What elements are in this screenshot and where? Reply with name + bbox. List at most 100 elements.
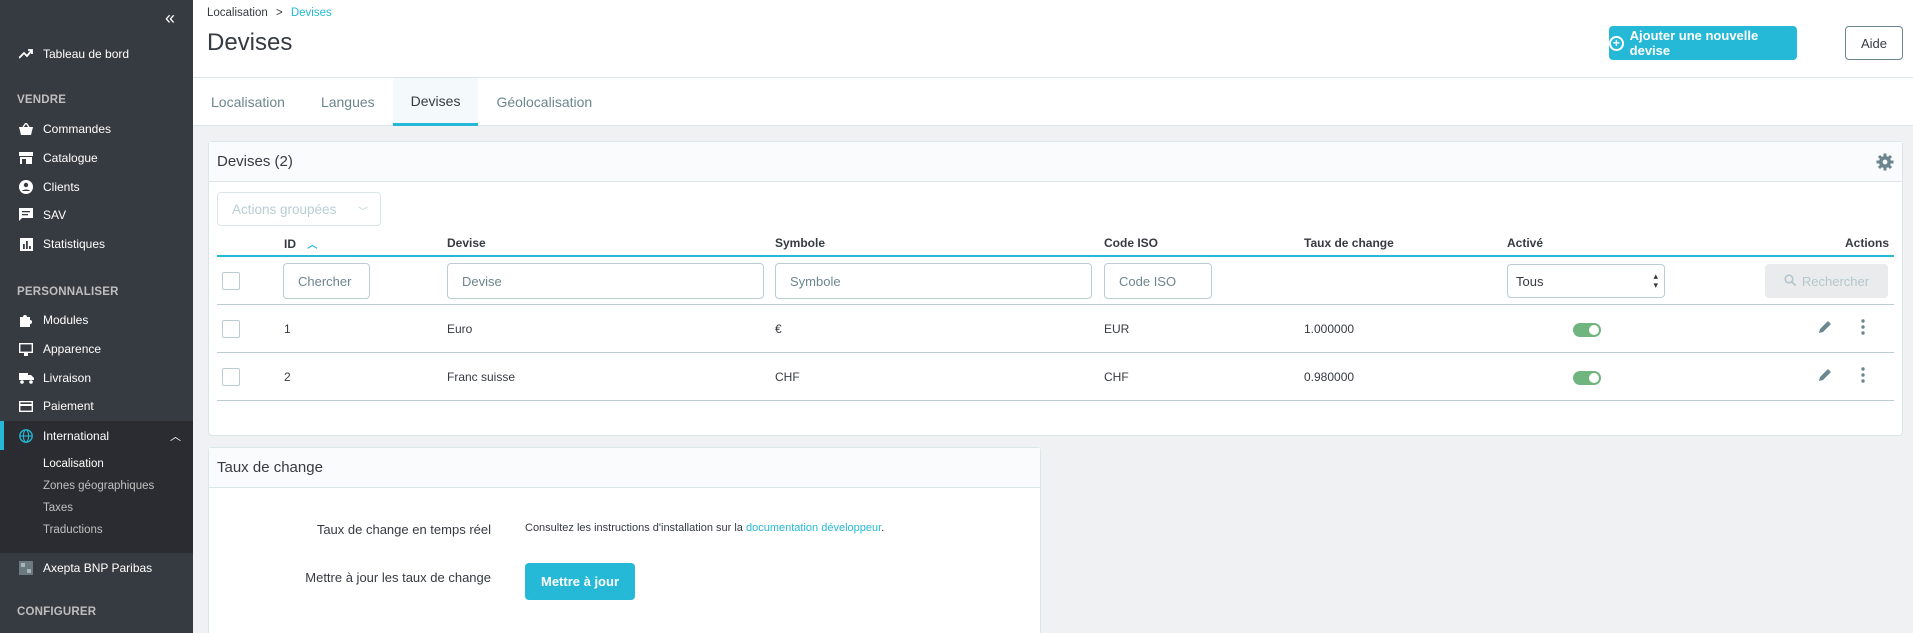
developer-docs-link[interactable]: documentation développeur [746,522,881,534]
tabs: Localisation Langues Devises Géolocalisa… [193,77,1913,126]
cell-rate: 0.980000 [1304,370,1355,384]
edit-icon[interactable] [1818,320,1832,337]
sidebar-item-sav[interactable]: SAV [0,201,193,229]
select-arrows-icon: ▴ ▾ [1653,271,1658,290]
truck-icon [18,370,34,386]
sidebar-item-modules[interactable]: Modules [0,306,193,334]
collapse-sidebar-icon[interactable]: « [165,8,175,28]
cell-iso: CHF [1104,370,1129,384]
submenu-item-taxes[interactable]: Taxes [43,502,73,514]
sidebar-item-label: Livraison [43,371,92,385]
sidebar-item-appearance[interactable]: Apparence [0,335,193,363]
symbol-filter-input[interactable] [775,263,1092,299]
monitor-icon [18,341,34,357]
row-divider [217,400,1894,401]
sidebar-item-stats[interactable]: Statistiques [0,230,193,258]
chat-icon [18,207,34,223]
sidebar-item-customers[interactable]: Clients [0,173,193,201]
breadcrumb-separator: > [275,7,283,19]
iso-filter-input[interactable] [1104,263,1212,299]
id-filter-input[interactable] [283,263,370,299]
cell-iso: EUR [1104,322,1130,336]
page-header: Localisation > Devises Devises + Ajouter… [193,0,1913,126]
sidebar-item-label: Tableau de bord [43,47,130,61]
more-options-icon[interactable] [1861,367,1865,386]
breadcrumb-parent[interactable]: Localisation [207,7,268,19]
column-header-currency[interactable]: Devise [447,236,486,250]
grid-title: Devises (2) [217,153,293,170]
sidebar-item-orders[interactable]: Commandes [0,115,193,143]
submenu-item-localisation[interactable]: Localisation [43,458,104,470]
sidebar-item-label: Commandes [43,122,112,136]
search-button-label: Rechercher [1801,273,1870,289]
enabled-toggle[interactable] [1573,323,1601,337]
international-submenu: Localisation Zones géographiques Taxes T… [0,450,193,553]
tab-currencies[interactable]: Devises [392,78,479,126]
enabled-filter-select[interactable]: Tous ▴ ▾ [1507,264,1665,298]
add-circle-icon: + [1609,35,1624,51]
column-header-iso[interactable]: Code ISO [1104,236,1158,250]
grid-header: Devises (2) [209,142,1902,182]
tab-geolocation[interactable]: Géolocalisation [478,78,610,126]
cell-currency: Euro [447,322,473,336]
sidebar-item-shipping[interactable]: Livraison [0,364,193,392]
column-header-id[interactable]: ID ︿ [284,236,317,251]
live-rate-text-end: . [881,522,885,534]
currency-filter-input[interactable] [447,263,764,299]
search-icon [1784,273,1797,289]
add-currency-button[interactable]: + Ajouter une nouvelle devise [1609,26,1797,60]
trending-up-icon [18,46,34,62]
column-header-symbol[interactable]: Symbole [775,236,825,250]
breadcrumb-current[interactable]: Devises [291,7,332,19]
search-button[interactable]: Rechercher [1765,264,1888,298]
submenu-item-zones[interactable]: Zones géographiques [43,480,154,492]
row-divider [217,352,1894,353]
bulk-actions-button[interactable]: Actions groupées ﹀ [217,192,381,226]
bulk-actions-label: Actions groupées [232,201,337,217]
sidebar-item-catalog[interactable]: Catalogue [0,144,193,172]
submenu-item-translations[interactable]: Traductions [43,524,103,536]
puzzle-icon [18,312,34,328]
page-title: Devises [207,29,293,56]
currency-grid-card: Devises (2) Actions groupées ﹀ ID ︿ Devi… [208,141,1903,436]
row-checkbox[interactable] [222,320,240,338]
sidebar-item-label: SAV [43,208,67,222]
update-rates-button[interactable]: Mettre à jour [525,563,635,600]
edit-icon[interactable] [1818,368,1832,385]
more-options-icon[interactable] [1861,319,1865,338]
column-header-enabled[interactable]: Activé [1507,236,1543,250]
live-rate-text: Consultez les instructions d'installatio… [525,522,743,534]
axepta-logo-icon [18,560,34,576]
gear-icon[interactable] [1876,153,1894,171]
section-configure: CONFIGURER [17,606,97,618]
cell-id: 2 [284,370,291,384]
store-icon [18,150,34,166]
sort-asc-icon[interactable]: ︿ [307,240,317,251]
sidebar-item-dashboard[interactable]: Tableau de bord [0,40,193,68]
sidebar: « Tableau de bord VENDRE Commandes Catal… [0,0,193,633]
live-rate-label: Taux de change en temps réel [316,522,491,537]
sidebar-item-payment[interactable]: Paiement [0,392,193,420]
sidebar-item-label: Paiement [43,399,94,413]
help-button[interactable]: Aide [1845,26,1903,60]
sidebar-item-international[interactable]: International ︿ [0,421,193,450]
sidebar-item-axepta[interactable]: Axepta BNP Paribas [0,554,193,582]
enabled-toggle[interactable] [1573,371,1601,385]
exchange-card-title: Taux de change [217,459,323,476]
row-checkbox[interactable] [222,368,240,386]
sidebar-item-label: Modules [43,313,89,327]
column-header-rate[interactable]: Taux de change [1304,236,1394,250]
account-circle-icon [18,179,34,195]
cell-symbol: € [775,322,782,336]
chevron-down-icon: ﹀ [358,207,368,218]
cell-symbol: CHF [775,370,800,384]
tab-localisation[interactable]: Localisation [193,78,303,126]
exchange-card-header: Taux de change [209,448,1040,488]
credit-card-icon [18,398,34,414]
select-all-checkbox[interactable] [222,272,240,290]
column-id-label: ID [284,237,296,251]
column-header-actions: Actions [1845,236,1890,250]
section-sell: VENDRE [17,94,67,106]
tab-languages[interactable]: Langues [303,78,393,126]
cell-currency: Franc suisse [447,370,516,384]
